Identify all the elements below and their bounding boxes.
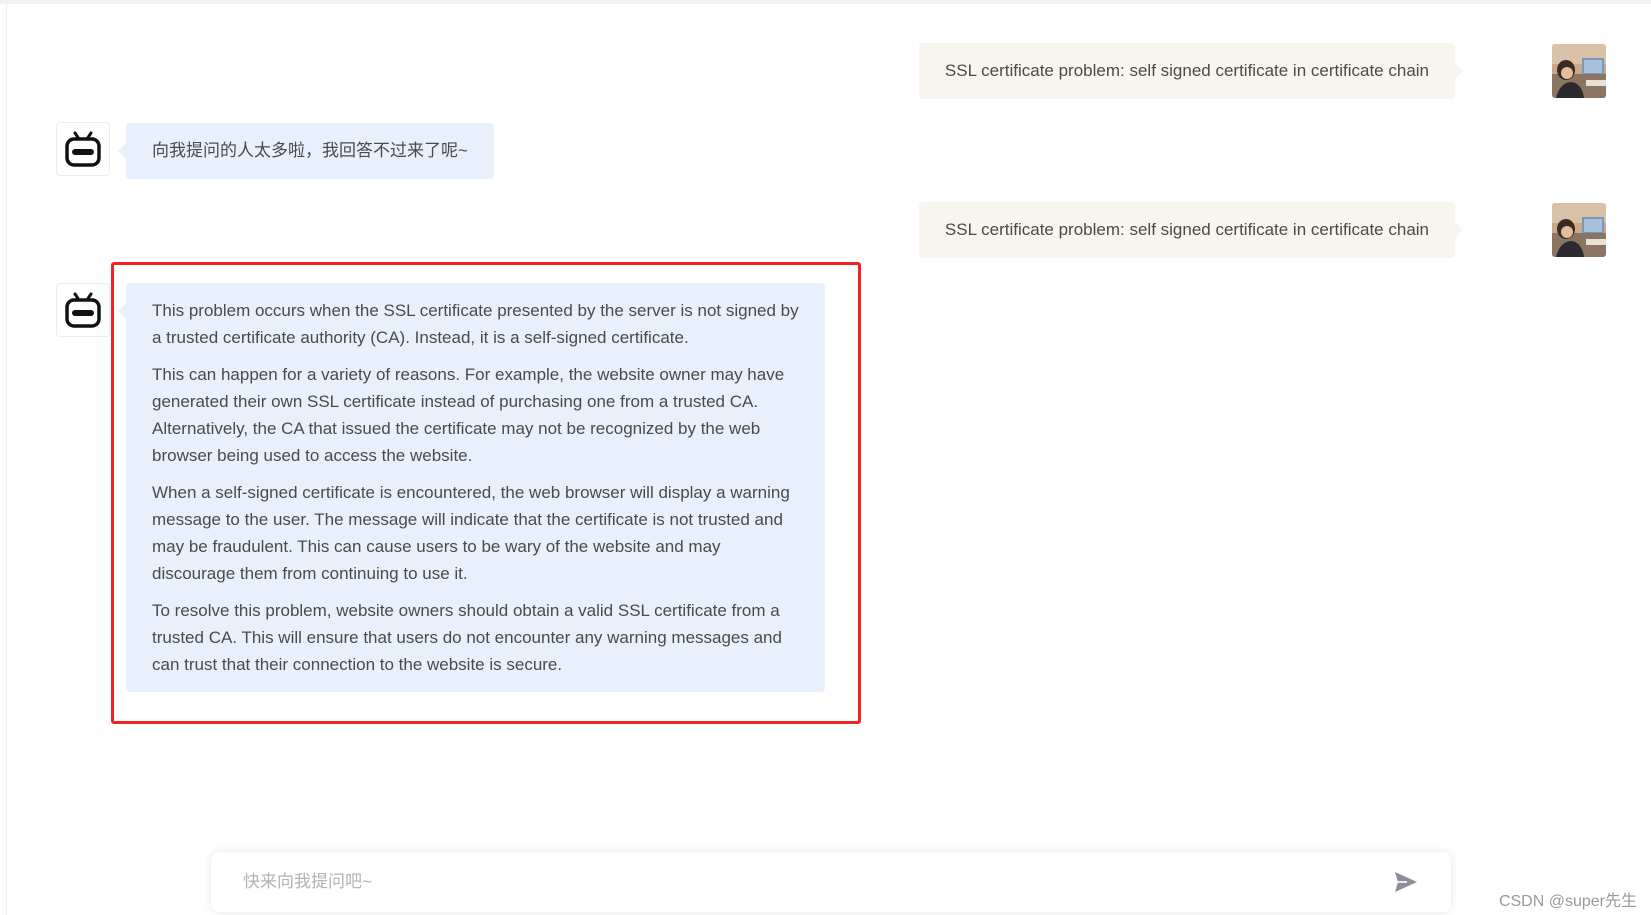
- user-avatar: [1552, 44, 1606, 98]
- send-icon: [1395, 872, 1417, 892]
- user-avatar: [1552, 203, 1606, 257]
- bot-avatar: [56, 283, 110, 337]
- bot-message-text: 向我提问的人太多啦，我回答不过来了呢~: [152, 141, 468, 160]
- highlight-annotation-box: [111, 262, 861, 724]
- user-message-bubble: SSL certificate problem: self signed cer…: [918, 202, 1464, 258]
- robot-icon: [65, 292, 101, 328]
- bot-message-bubble: 向我提问的人太多啦，我回答不过来了呢~: [118, 123, 494, 179]
- user-message-text: SSL certificate problem: self signed cer…: [944, 220, 1429, 239]
- bot-avatar: [56, 122, 110, 176]
- watermark: CSDN @super先生: [1498, 893, 1637, 910]
- top-divider: [0, 0, 1651, 4]
- chat-input[interactable]: [241, 871, 1391, 893]
- user-message-bubble: SSL certificate problem: self signed cer…: [918, 43, 1464, 99]
- robot-icon: [65, 131, 101, 167]
- user-message-text: SSL certificate problem: self signed cer…: [944, 61, 1429, 80]
- chat-input-bar: [211, 852, 1451, 912]
- send-button[interactable]: [1391, 867, 1421, 897]
- left-divider: [6, 4, 7, 915]
